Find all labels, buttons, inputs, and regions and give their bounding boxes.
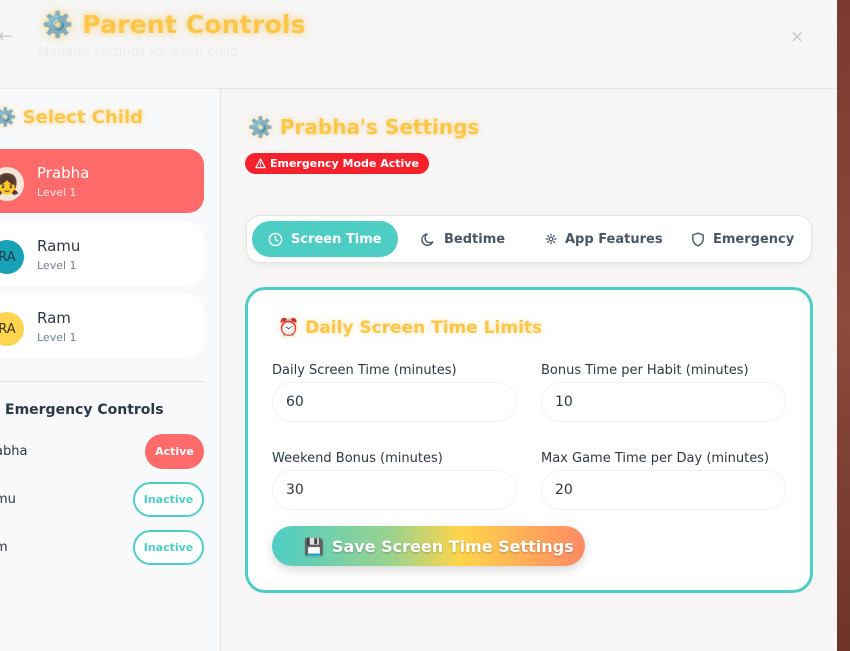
modal-title: ⚙️ Parent Controls	[42, 10, 306, 39]
emergency-controls-heading: Emergency Controls	[5, 402, 164, 418]
shield-icon	[692, 231, 704, 247]
emergency-row-name: mu	[0, 492, 16, 507]
clock-icon	[268, 232, 283, 246]
child-name: Prabha	[37, 164, 90, 182]
daily-screen-time-input[interactable]	[272, 382, 517, 422]
child-level: Level 1	[37, 331, 77, 344]
bonus-time-input[interactable]	[541, 382, 786, 422]
gear-icon	[545, 233, 557, 245]
weekend-bonus-input[interactable]	[272, 470, 517, 510]
avatar: RA	[0, 240, 24, 274]
warning-icon	[255, 158, 266, 169]
child-sidebar: ⚙️ Select Child 👧 Prabha Level 1 RA Ramu…	[0, 89, 221, 651]
child-settings-title: ⚙️ Prabha's Settings	[248, 115, 480, 139]
child-name: Ramu	[37, 237, 81, 255]
tab-label: Screen Time	[291, 231, 382, 247]
tab-app-features[interactable]: App Features	[545, 221, 663, 257]
tab-screen-time[interactable]: Screen Time	[252, 221, 398, 257]
sidebar-divider	[0, 381, 204, 382]
bonus-time-label: Bonus Time per Habit (minutes)	[541, 363, 749, 378]
child-card-ram[interactable]: RA Ram Level 1	[0, 294, 204, 358]
child-card-ramu[interactable]: RA Ramu Level 1	[0, 222, 204, 286]
modal-subtitle: Manage settings for each child	[38, 45, 239, 60]
parent-controls-modal: ← ⚙️ Parent Controls Manage settings for…	[0, 0, 837, 651]
max-game-time-input[interactable]	[541, 470, 786, 510]
tab-label: Bedtime	[444, 231, 506, 247]
badge-label: Emergency Mode Active	[270, 157, 419, 170]
child-level: Level 1	[37, 259, 77, 272]
emergency-row-name: abha	[0, 444, 28, 459]
weekend-bonus-label: Weekend Bonus (minutes)	[272, 451, 443, 466]
avatar: RA	[0, 312, 24, 346]
moon-icon	[421, 232, 434, 246]
max-game-time-label: Max Game Time per Day (minutes)	[541, 451, 770, 466]
save-button-label: Save Screen Time Settings	[331, 536, 574, 556]
back-arrow-icon[interactable]: ←	[0, 26, 13, 47]
emergency-mode-badge: Emergency Mode Active	[245, 153, 429, 174]
card-title: ⏰ Daily Screen Time Limits	[278, 318, 543, 338]
daily-screen-time-label: Daily Screen Time (minutes)	[272, 363, 457, 378]
child-name: Ram	[37, 309, 71, 327]
screen-time-card: ⏰ Daily Screen Time Limits Daily Screen …	[245, 287, 813, 593]
child-card-prabha[interactable]: 👧 Prabha Level 1	[0, 149, 204, 213]
child-level: Level 1	[37, 186, 77, 199]
save-screen-time-button[interactable]: 💾 Save Screen Time Settings	[272, 526, 585, 566]
emergency-toggle-ramu[interactable]: Inactive	[133, 482, 204, 517]
background-edge	[837, 0, 850, 651]
modal-header: ← ⚙️ Parent Controls Manage settings for…	[0, 0, 837, 89]
emergency-toggle-prabha[interactable]: Active	[145, 434, 204, 469]
close-icon[interactable]: ×	[790, 27, 804, 47]
floppy-disk-icon: 💾	[304, 536, 324, 556]
tab-bedtime[interactable]: Bedtime	[421, 221, 505, 257]
select-child-heading: ⚙️ Select Child	[0, 107, 144, 128]
settings-tabs: Screen Time Bedtime App Features Emergen…	[246, 215, 812, 263]
tab-emergency[interactable]: Emergency	[691, 221, 794, 257]
emergency-row-name: m	[0, 540, 8, 555]
avatar: 👧	[0, 167, 24, 201]
tab-label: Emergency	[713, 231, 795, 247]
tab-label: App Features	[565, 231, 663, 247]
settings-panel: ⚙️ Prabha's Settings Emergency Mode Acti…	[221, 89, 837, 651]
emergency-toggle-ram[interactable]: Inactive	[133, 530, 204, 565]
